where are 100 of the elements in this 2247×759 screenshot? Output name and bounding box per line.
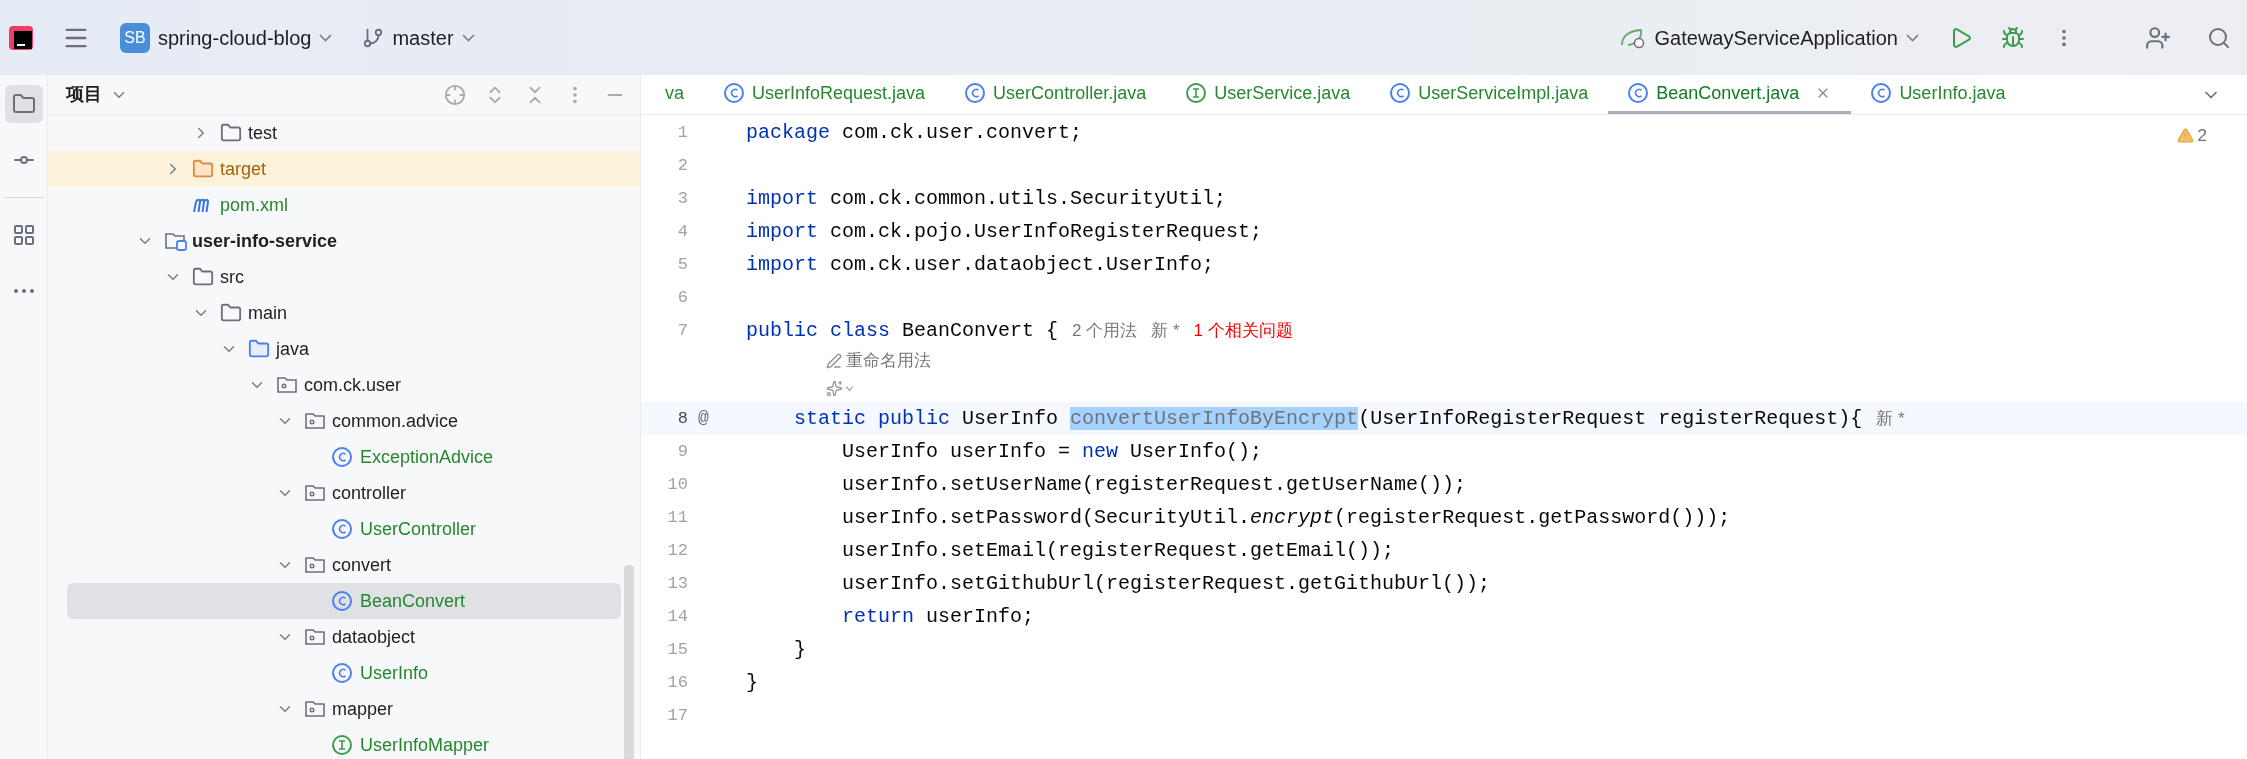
folder-icon: [192, 158, 214, 180]
warning-indicator[interactable]: 2: [2176, 123, 2207, 149]
tree-label: target: [220, 157, 267, 181]
line-number: 13: [666, 572, 688, 595]
run-config-name: GatewayServiceApplication: [1654, 25, 1898, 51]
tree-item[interactable]: target: [48, 151, 640, 187]
tool-button[interactable]: [4, 85, 43, 123]
package-icon: [276, 375, 298, 395]
tree-item[interactable]: BeanConvert: [67, 583, 621, 619]
tree-label: convert: [332, 553, 392, 577]
interface-icon: [332, 735, 352, 755]
line-number: 2: [676, 154, 688, 177]
folder-icon: [220, 122, 242, 144]
package-icon: [304, 699, 326, 719]
code-line: }: [746, 669, 758, 696]
line-number: 7: [676, 319, 688, 342]
interface-icon: [1186, 83, 1207, 103]
code-line: userInfo.setUserName(registerRequest.getUserName());: [841, 471, 1467, 498]
tab-label: BeanConvert.java: [1656, 81, 1800, 105]
tree-item[interactable]: convert: [48, 547, 640, 583]
line-number: 14: [666, 605, 688, 628]
app-logo-icon: [8, 24, 34, 51]
tree-item[interactable]: java: [48, 331, 640, 367]
editor-tab[interactable]: UserServiceImpl.java: [1370, 75, 1609, 114]
project-name: spring-cloud-blog: [158, 25, 312, 51]
folder-icon: [11, 92, 36, 116]
tree-item[interactable]: UserController: [48, 511, 640, 547]
tree-label: common.advice: [332, 409, 459, 433]
code-line: static public UserInfo convertUserInfoByEncrypt(UserInfoRegisterRequest registerRequest){: [793, 405, 1863, 432]
chevron-icon: [319, 33, 333, 42]
debug-icon[interactable]: [2001, 25, 2025, 50]
line-number: 16: [666, 671, 688, 694]
code-line: }: [793, 636, 806, 663]
structure-icon: [11, 223, 36, 247]
code-line: public class BeanConvert {: [746, 317, 1059, 344]
ai-actions-icon[interactable]: [826, 379, 856, 397]
class-icon: [332, 519, 352, 539]
tree-item[interactable]: main: [48, 295, 640, 331]
tree-label: dataobject: [332, 625, 416, 649]
inlay-hint[interactable]: 新 *: [1876, 405, 1905, 432]
code-line: import com.ck.pojo.UserInfoRegisterRequest;: [746, 218, 1263, 245]
tree-item[interactable]: UserInfoMapper: [48, 727, 640, 759]
gutter-marker[interactable]: @: [698, 408, 709, 428]
code-line: userInfo.setPassword(SecurityUtil.encrypt(registerRequest.getPassword()));: [841, 504, 1731, 531]
editor-tab[interactable]: UserController.java: [945, 75, 1167, 114]
editor-tab[interactable]: BeanConvert.java: [1608, 75, 1852, 114]
code-line: import com.ck.common.utils.SecurityUtil;: [746, 185, 1227, 212]
line-number: 3: [676, 187, 688, 210]
branch-selector[interactable]: master: [362, 22, 475, 53]
inlay-hint[interactable]: 2 个用法: [1072, 317, 1138, 344]
line-number: 1: [676, 121, 688, 144]
project-badge: SB: [120, 22, 150, 53]
line-number: 6: [676, 286, 688, 309]
line-number: 4: [676, 220, 688, 243]
branch-icon: [362, 26, 385, 49]
tree-item[interactable]: common.advice: [48, 403, 640, 439]
tree-label: controller: [332, 481, 407, 505]
module-icon: [164, 230, 188, 252]
tab-label: va: [665, 81, 684, 105]
inlay-hint[interactable]: 1 个相关问题: [1193, 317, 1293, 344]
tree-item[interactable]: ExceptionAdvice: [48, 439, 640, 475]
package-icon: [304, 627, 326, 647]
tree-label: UserController: [360, 517, 477, 541]
locate-icon[interactable]: [444, 83, 466, 106]
code-line: return userInfo;: [841, 603, 1035, 630]
search-icon[interactable]: [2207, 25, 2231, 50]
tree-label: ExceptionAdvice: [360, 445, 494, 469]
tree-label: UserInfoMapper: [360, 733, 490, 757]
tree-item[interactable]: mapper: [48, 691, 640, 727]
inlay-hint[interactable]: 新 *: [1151, 317, 1180, 344]
scrollbar[interactable]: [624, 565, 634, 759]
tab-label: UserInfoRequest.java: [752, 81, 926, 105]
add-user-icon[interactable]: [2145, 24, 2171, 51]
folder-icon: [192, 266, 214, 288]
panel-title[interactable]: 项目: [66, 81, 102, 108]
editor-tab[interactable]: UserService.java: [1166, 75, 1371, 114]
tree-item[interactable]: dataobject: [48, 619, 640, 655]
tree-item[interactable]: user-info-service: [48, 223, 640, 259]
line-number: 15: [666, 638, 688, 661]
code-line: package com.ck.user.convert;: [746, 119, 1083, 146]
rename-usages-lens[interactable]: 重命名用法: [826, 347, 931, 374]
class-icon: [1628, 83, 1649, 103]
class-icon: [332, 591, 352, 611]
tab-label: UserController.java: [993, 81, 1147, 105]
tab-label: UserServiceImpl.java: [1418, 81, 1589, 105]
project-selector[interactable]: SB spring-cloud-blog: [120, 22, 333, 53]
tree-item[interactable]: com.ck.user: [48, 367, 640, 403]
spring-icon: [1618, 26, 1647, 49]
editor-tab[interactable]: UserInfoRequest.java: [704, 75, 946, 114]
run-config-selector[interactable]: GatewayServiceApplication: [1618, 22, 1919, 53]
class-icon: [965, 83, 986, 103]
class-icon: [724, 83, 744, 103]
tree-item[interactable]: test: [48, 115, 640, 151]
tree-item[interactable]: controller: [48, 475, 640, 511]
code-line: import com.ck.user.dataobject.UserInfo;: [746, 251, 1215, 278]
editor-tab[interactable]: UserInfo.java: [1851, 75, 2026, 114]
tree-item[interactable]: src: [48, 259, 640, 295]
editor-tab[interactable]: va: [645, 75, 704, 114]
tree-item[interactable]: pom.xml: [48, 187, 640, 223]
tree-item[interactable]: UserInfo: [48, 655, 640, 691]
